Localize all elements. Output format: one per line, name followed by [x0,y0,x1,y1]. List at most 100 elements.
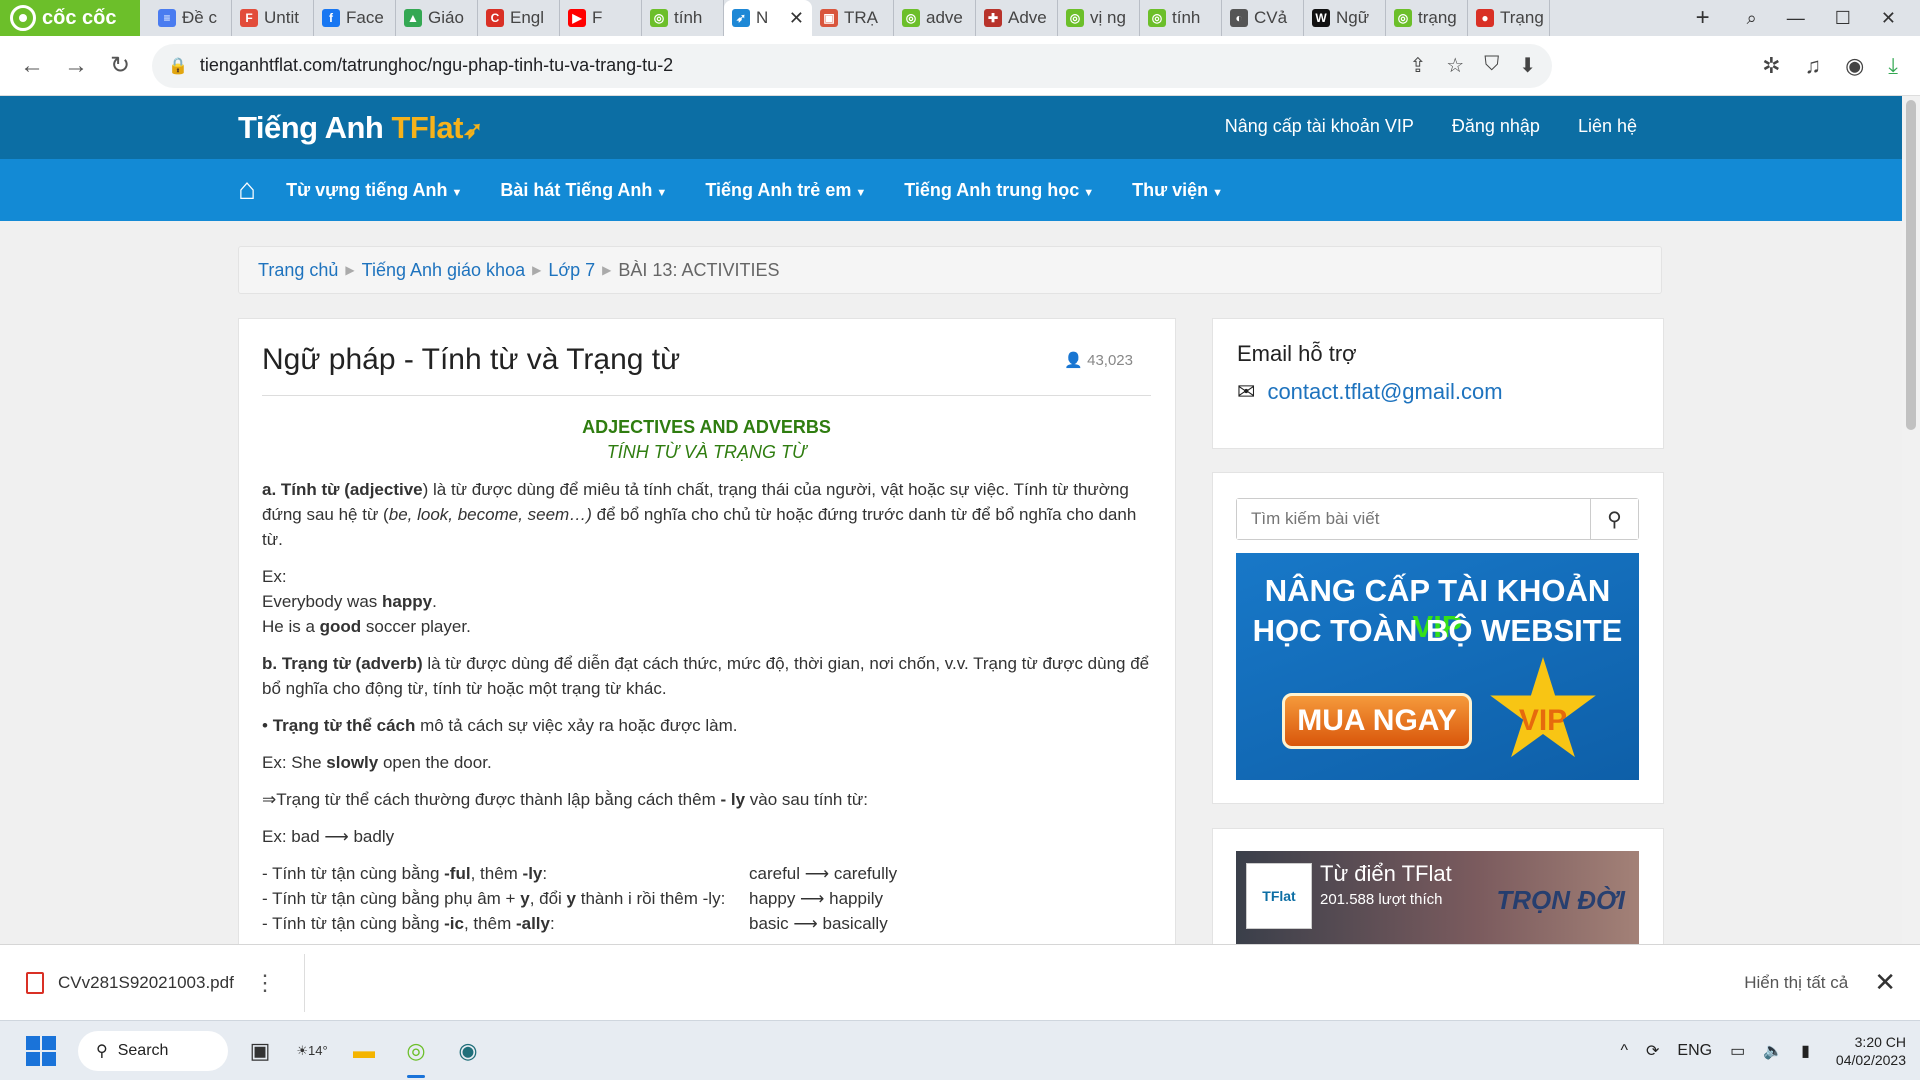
browser-tab[interactable]: ▶ F [560,0,642,36]
breadcrumb-grade[interactable]: Lớp 7 [548,260,595,281]
text: , thêm [463,914,516,933]
browser-tab[interactable]: ◎ vị ng [1058,0,1140,36]
browser-tab[interactable]: C Engl [478,0,560,36]
browser-tab[interactable]: ➶ N ✕ [724,0,812,36]
nav-high-school[interactable]: Tiếng Anh trung học ▼ [904,180,1094,201]
tab-title: Untit [264,8,299,27]
profile-icon[interactable]: ◉ [1845,53,1864,79]
more-options-icon[interactable]: ⋮ [254,970,276,996]
page-scrollbar[interactable] [1902,96,1920,944]
page-name[interactable]: Từ điển TFlat [1320,861,1452,887]
tab-title: CVả [1254,8,1288,27]
reload-icon[interactable]: ↻ [98,51,142,80]
volume-icon[interactable]: 🔈 [1763,1041,1783,1061]
tab-favicon-icon: ◎ [902,9,920,27]
chevron-up-icon[interactable]: ^ [1620,1042,1628,1060]
file-explorer-icon[interactable]: ▬ [344,1031,384,1071]
adjective-definition: a. Tính từ (adjective) là từ được dùng đ… [262,477,1151,552]
page-thumbnail[interactable]: TFlat [1246,863,1312,929]
sync-icon[interactable]: ⟳ [1646,1041,1659,1061]
divider [262,395,1151,396]
show-all-downloads-link[interactable]: Hiển thị tất cả [1744,973,1848,993]
shield-icon[interactable]: ⛉ [1484,53,1499,78]
download-item[interactable]: CVv281S92021003.pdf ⋮ [0,953,305,1012]
browser-tab[interactable]: ✚ Adve [976,0,1058,36]
close-shelf-icon[interactable]: ✕ [1874,967,1896,998]
browser-tab[interactable]: W Ngữ [1304,0,1386,36]
url-text[interactable]: tienganhtflat.com/tatrunghoc/ngu-phap-ti… [200,55,673,76]
breadcrumb-home[interactable]: Trang chủ [258,260,338,281]
bold-word: good [319,617,362,636]
text: thành i rồi thêm -ly: [576,889,726,908]
browser-tab[interactable]: ◎ trạng [1386,0,1468,36]
coccoc-browser-icon[interactable]: ◎ [396,1031,436,1078]
download-page-icon[interactable]: ⬇ [1519,53,1536,78]
adjective-label: a. Tính từ (adjective [262,480,423,499]
clock[interactable]: 3:20 CH 04/02/2023 [1836,1033,1906,1069]
nav-label: Bài hát Tiếng Anh [500,179,653,200]
bookmark-star-icon[interactable]: ☆ [1446,53,1464,78]
nav-kids[interactable]: Tiếng Anh trẻ em ▼ [705,180,866,201]
login-link[interactable]: Đăng nhập [1452,116,1540,137]
coccoc-menu-button[interactable]: cốc cốc [0,0,140,36]
home-icon[interactable]: ⌂ [238,173,256,207]
brand-label: cốc cốc [42,6,117,29]
playlist-icon[interactable]: ♫ [1805,53,1822,79]
site-logo[interactable]: Tiếng Anh TFlat➶ [238,110,483,146]
browser-tab[interactable]: ◎ adve [894,0,976,36]
email-link[interactable]: contact.tflat@gmail.com [1267,379,1502,405]
browser-tab[interactable]: ◐ CVả [1222,0,1304,36]
tab-favicon-icon: F [240,9,258,27]
contact-link[interactable]: Liên hệ [1578,116,1637,137]
minimize-icon[interactable]: — [1787,8,1805,29]
envelope-icon: ✉ [1237,379,1256,404]
search-input[interactable] [1237,499,1590,539]
windows-start-icon[interactable] [26,1035,56,1066]
browser-tab[interactable]: ◎ tính [642,0,724,36]
tab-favicon-icon: ◎ [650,9,668,27]
tab-list: ≡ Đề c F Untit f Face ▲ Giáo C Engl ▶ F ◎ tính ➶ N ✕ ▣ TRẠ… [140,0,1683,36]
browser-tab[interactable]: ● Trạng [1468,0,1550,36]
language-indicator[interactable]: ENG [1677,1042,1712,1060]
task-view-icon[interactable]: ▣ [240,1031,280,1071]
weather-widget[interactable]: ☀ 14° [292,1031,332,1071]
app-icon[interactable]: ◉ [448,1031,488,1071]
address-bar[interactable]: 🔒 tienganhtflat.com/tatrunghoc/ngu-phap-… [152,43,1552,88]
browser-tab[interactable]: F Untit [232,0,314,36]
battery-icon[interactable]: ▮ [1801,1041,1810,1061]
network-icon[interactable]: ▭ [1730,1041,1745,1061]
breadcrumb-textbook[interactable]: Tiếng Anh giáo khoa [362,260,525,281]
buy-now-button[interactable]: MUA NGAY [1282,693,1472,749]
coccoc-logo-icon [10,5,36,31]
back-icon[interactable]: ← [10,52,54,80]
scrollbar-thumb[interactable] [1906,100,1916,430]
vip-star-icon: VIP [1490,657,1596,758]
browser-tab[interactable]: f Face [314,0,396,36]
taskbar-search[interactable]: ⚲ Search [78,1030,228,1071]
tab-favicon-icon: ◐ [1230,9,1248,27]
tab-search-icon[interactable]: ⌕ [1747,8,1757,29]
nav-vocabulary[interactable]: Từ vựng tiếng Anh ▼ [286,180,462,201]
browser-tab[interactable]: ▣ TRẠ [812,0,894,36]
new-tab-button[interactable]: + [1683,4,1723,32]
share-icon[interactable]: ⇪ [1410,53,1427,78]
download-filename[interactable]: CVv281S92021003.pdf [58,973,234,993]
forward-icon[interactable]: → [54,52,98,80]
close-tab-icon[interactable]: ✕ [789,8,804,29]
vip-banner[interactable]: NÂNG CẤP TÀI KHOẢN VIP HỌC TOÀN BỘ WEBSI… [1236,553,1639,780]
tab-favicon-icon: ▶ [568,9,586,27]
tab-title: tính [1172,8,1201,27]
search-button[interactable]: ⚲ [1590,499,1638,539]
nav-songs[interactable]: Bài hát Tiếng Anh ▼ [500,180,667,201]
browser-tab[interactable]: ≡ Đề c [150,0,232,36]
downloads-icon[interactable]: ⤓ [1888,53,1898,79]
browser-tab[interactable]: ◎ tính [1140,0,1222,36]
browser-tab[interactable]: ▲ Giáo [396,0,478,36]
lock-icon[interactable]: 🔒 [168,56,188,76]
facebook-page-banner[interactable]: TFlat Từ điển TFlat 201.588 lượt thích T… [1236,851,1639,951]
close-window-icon[interactable]: ✕ [1881,8,1896,29]
upgrade-vip-link[interactable]: Nâng cấp tài khoản VIP [1225,116,1414,137]
maximize-icon[interactable]: ☐ [1835,8,1851,29]
nav-library[interactable]: Thư viện ▼ [1132,180,1223,201]
extensions-icon[interactable]: ✲ [1762,53,1780,79]
